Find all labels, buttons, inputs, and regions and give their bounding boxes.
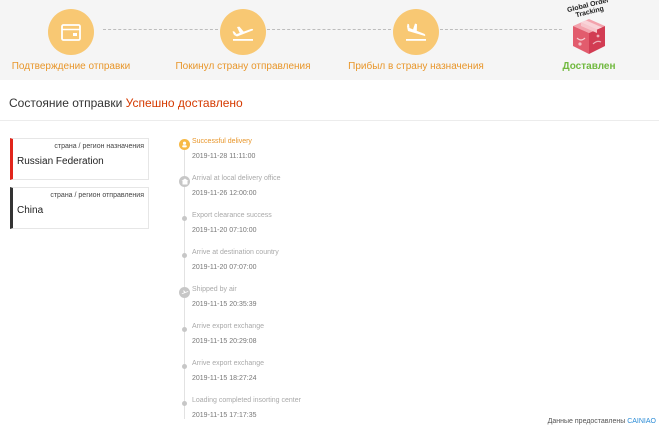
event-description: Successful delivery <box>192 138 252 145</box>
timeline-event: Loading completed insorting center 2019-… <box>175 397 475 431</box>
event-description: Arrival at local delivery office <box>192 175 281 182</box>
timeline-event: Arrive export exchange 2019-11-15 20:29:… <box>175 323 475 357</box>
timeline-dot <box>182 216 187 221</box>
origin-label: страна / регион отправления <box>50 192 144 199</box>
event-description: Export clearance success <box>192 212 272 219</box>
timeline-event: Export clearance success 2019-11-20 07:1… <box>175 212 475 246</box>
progress-connector <box>440 29 562 30</box>
destination-country-card: страна / регион назначения Russian Feder… <box>10 138 149 180</box>
event-time: 2019-11-20 07:10:00 <box>192 227 257 234</box>
plane-departure-icon <box>220 9 266 55</box>
shipment-status-heading: Состояние отправки Успешно доставлено <box>9 96 243 110</box>
event-time: 2019-11-15 20:35:39 <box>192 301 257 308</box>
event-description: Arrive at destination country <box>192 249 279 256</box>
timeline-dot <box>182 253 187 258</box>
event-time: 2019-11-26 12:00:00 <box>192 190 257 197</box>
airplane-icon <box>179 287 190 298</box>
event-description: Shipped by air <box>192 286 237 293</box>
destination-value: Russian Federation <box>17 156 104 167</box>
timeline-event: Arrive export exchange 2019-11-15 18:27:… <box>175 360 475 394</box>
timeline-dot <box>182 327 187 332</box>
event-time: 2019-11-28 11:11:00 <box>192 153 256 160</box>
timeline-event: Arrive at destination country 2019-11-20… <box>175 249 475 283</box>
timeline-event: Arrival at local delivery office 2019-11… <box>175 175 475 209</box>
destination-label: страна / регион назначения <box>54 143 144 150</box>
package-confirm-icon <box>48 9 94 55</box>
timeline-event: Successful delivery 2019-11-28 11:11:00 <box>175 138 475 172</box>
progress-connector <box>267 29 391 30</box>
event-time: 2019-11-20 07:07:00 <box>192 264 257 271</box>
status-prefix: Состояние отправки <box>9 96 123 110</box>
event-description: Loading completed insorting center <box>192 397 301 404</box>
shipment-progress-bar: Подтверждение отправки Покинул страну от… <box>0 0 659 80</box>
event-description: Arrive export exchange <box>192 360 264 367</box>
progress-connector <box>103 29 218 30</box>
event-description: Arrive export exchange <box>192 323 264 330</box>
delivered-icon <box>179 139 190 150</box>
section-divider <box>0 120 659 121</box>
event-time: 2019-11-15 18:27:24 <box>192 375 257 382</box>
event-time: 2019-11-15 17:17:35 <box>192 412 257 419</box>
delivery-office-icon <box>179 176 190 187</box>
provider-link[interactable]: CAINIAO <box>627 418 656 425</box>
provider-prefix: Данные предоставлены <box>547 418 626 425</box>
origin-value: China <box>17 205 44 216</box>
plane-arrival-icon <box>393 9 439 55</box>
timeline-dot <box>182 364 187 369</box>
progress-step-label: Прибыл в страну назначения <box>348 61 484 72</box>
origin-country-card: страна / регион отправления China <box>10 187 149 229</box>
status-value: Успешно доставлено <box>125 96 243 110</box>
global-order-tracking-box-icon: Global Order Tracking <box>559 0 619 60</box>
event-time: 2019-11-15 20:29:08 <box>192 338 257 345</box>
progress-step-label: Покинул страну отправления <box>175 61 311 72</box>
timeline-event: Shipped by air 2019-11-15 20:35:39 <box>175 286 475 320</box>
progress-step-label: Доставлен <box>562 61 616 72</box>
data-provider-credit: Данные предоставлены CAINIAO <box>548 418 656 425</box>
timeline-dot <box>182 401 187 406</box>
progress-step-label: Подтверждение отправки <box>11 61 131 72</box>
